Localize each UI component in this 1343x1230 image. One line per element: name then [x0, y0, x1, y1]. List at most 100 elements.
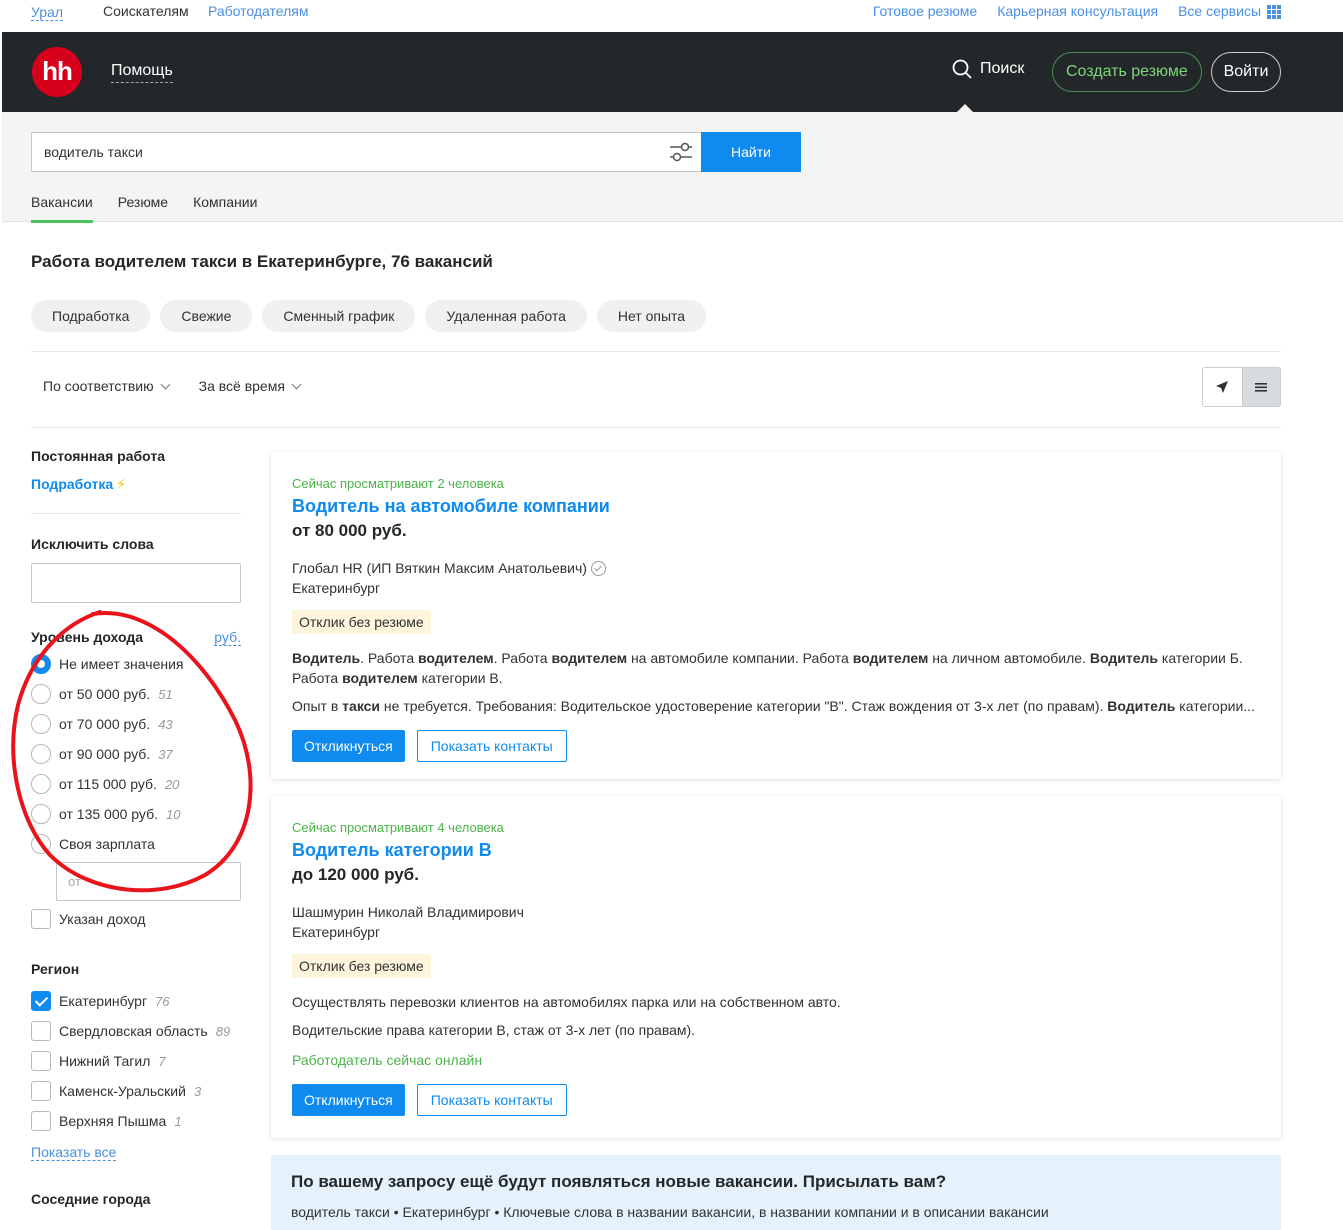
seekers-link[interactable]: Соискателям — [103, 3, 189, 19]
income-option[interactable]: Не имеет значения — [31, 649, 241, 679]
option-count: 51 — [158, 686, 173, 702]
own-salary-input[interactable]: от — [56, 862, 241, 901]
filters-icon[interactable] — [669, 141, 693, 163]
checkbox[interactable] — [31, 991, 51, 1011]
income-option[interactable]: от 50 000 руб. 51 — [31, 679, 241, 709]
checkbox[interactable] — [31, 909, 51, 929]
page-title: Работа водителем такси в Екатеринбурге, … — [31, 252, 493, 271]
subscribe-banner: По вашему запросу ещё будут появляться н… — [271, 1155, 1281, 1230]
login-button[interactable]: Войти — [1211, 52, 1281, 92]
show-all-regions-link[interactable]: Показать все — [31, 1144, 117, 1161]
top-strip: Урал Соискателям Работодателям Готовое р… — [0, 0, 1343, 32]
exclude-words-heading: Исключить слова — [31, 536, 154, 552]
radio-button[interactable] — [31, 804, 51, 824]
tab-vacancies[interactable]: Вакансии — [31, 194, 93, 223]
employers-link[interactable]: Работодателям — [208, 3, 309, 19]
option-count: 20 — [164, 776, 180, 792]
part-time-link[interactable]: Подработка ⚡ — [31, 476, 241, 493]
divider — [31, 427, 1281, 428]
grid-icon[interactable] — [1267, 5, 1281, 19]
checkbox[interactable] — [31, 1081, 51, 1101]
no-resume-badge: Отклик без резюме — [292, 610, 431, 634]
income-option[interactable]: от 115 000 руб. 20 — [31, 769, 241, 799]
map-view-button[interactable] — [1203, 368, 1242, 406]
chip-shift[interactable]: Сменный график — [262, 300, 416, 332]
chip-remote[interactable]: Удаленная работа — [425, 300, 587, 332]
radio-button[interactable] — [31, 834, 51, 854]
company-link[interactable]: Шашмурин Николай Владимирович — [292, 902, 524, 922]
radio-button[interactable] — [31, 684, 51, 704]
tab-resumes[interactable]: Резюме — [118, 194, 168, 223]
show-contacts-button[interactable]: Показать контакты — [416, 1084, 567, 1116]
vacancy-requirements: Опыт в такси не требуется. Требования: В… — [292, 698, 1255, 714]
vacancy-city: Екатеринбург — [292, 924, 381, 940]
ready-resume-link[interactable]: Готовое резюме — [873, 3, 977, 19]
list-view-button[interactable] — [1241, 368, 1280, 406]
radio-button[interactable] — [31, 744, 51, 764]
income-option[interactable]: от 135 000 руб. 10 — [31, 799, 241, 829]
create-resume-button[interactable]: Создать резюме — [1052, 52, 1202, 92]
region-heading: Регион — [31, 961, 80, 977]
help-link[interactable]: Помощь — [111, 62, 173, 83]
exclude-words-input[interactable] — [31, 563, 241, 603]
radio-button[interactable] — [31, 654, 51, 674]
card-actions: Откликнуться Показать контакты — [292, 1084, 1260, 1116]
vacancy-city: Екатеринбург — [292, 580, 381, 596]
region-option[interactable]: Нижний Тагил 7 — [31, 1046, 241, 1076]
respond-button[interactable]: Откликнуться — [292, 730, 405, 762]
option-count: 37 — [158, 746, 173, 762]
region-option[interactable]: Свердловская область 89 — [31, 1016, 241, 1046]
vacancy-responsibility: Водитель. Работа водителем. Работа водит… — [292, 650, 1243, 686]
view-toggle — [1202, 367, 1281, 407]
period-dropdown[interactable]: За всё время — [199, 378, 300, 394]
region-link[interactable]: Урал — [31, 4, 64, 21]
search-nav-label: Поиск — [980, 60, 1025, 77]
income-header: Уровень дохода руб. — [31, 629, 241, 646]
option-label: Свердловская область — [59, 1023, 208, 1039]
search-area: Найти Вакансии Резюме Компании — [2, 112, 1343, 223]
divider — [31, 513, 241, 514]
show-contacts-button[interactable]: Показать контакты — [416, 730, 567, 762]
lightning-icon: ⚡ — [116, 476, 126, 492]
vacancy-salary: до 120 000 руб. — [292, 865, 419, 884]
search-nav[interactable]: Поиск — [952, 59, 1024, 79]
income-option[interactable]: Своя зарплата — [31, 829, 241, 859]
vacancy-title-link[interactable]: Водитель категории B — [292, 840, 1260, 861]
income-option[interactable]: от 90 000 руб. 37 — [31, 739, 241, 769]
option-label: Нижний Тагил — [59, 1053, 151, 1069]
region-option[interactable]: Каменск-Уральский 3 — [31, 1076, 241, 1106]
permanent-job-heading: Постоянная работа — [31, 448, 166, 464]
vacancy-requirements: Водительские права категории B, стаж от … — [292, 1022, 696, 1038]
quick-filters: Подработка Свежие Сменный график Удаленн… — [31, 300, 707, 332]
tab-companies[interactable]: Компании — [193, 194, 257, 223]
search-input[interactable] — [32, 133, 632, 171]
chip-part-time[interactable]: Подработка — [31, 300, 151, 332]
checkbox[interactable] — [31, 1111, 51, 1131]
hh-logo[interactable]: hh — [32, 47, 82, 97]
respond-button[interactable]: Откликнуться — [292, 1084, 405, 1116]
region-option[interactable]: Верхняя Пышма 1 — [31, 1106, 241, 1136]
radio-button[interactable] — [31, 714, 51, 734]
option-label: Своя зарплата — [59, 836, 155, 852]
location-arrow-icon — [1216, 381, 1229, 393]
checkbox[interactable] — [31, 1021, 51, 1041]
radio-button[interactable] — [31, 774, 51, 794]
vacancy-title-link[interactable]: Водитель на автомобиле компании — [292, 496, 1260, 517]
chip-no-experience[interactable]: Нет опыта — [596, 300, 707, 332]
income-option[interactable]: от 70 000 руб. 43 — [31, 709, 241, 739]
vacancy-salary: от 80 000 руб. — [292, 521, 407, 540]
find-button[interactable]: Найти — [701, 132, 801, 172]
option-label: от 90 000 руб. — [59, 746, 151, 762]
chip-fresh[interactable]: Свежие — [160, 300, 253, 332]
career-consult-link[interactable]: Карьерная консультация — [997, 3, 1158, 19]
search-icon — [952, 59, 972, 79]
checkbox[interactable] — [31, 1051, 51, 1071]
option-count: 89 — [215, 1023, 231, 1039]
company-link[interactable]: Глобал HR (ИП Вяткин Максим Анатольевич) — [292, 558, 587, 578]
region-option[interactable]: Екатеринбург 76 — [31, 986, 241, 1016]
option-count: 7 — [158, 1053, 166, 1069]
income-specified-option[interactable]: Указан доход — [31, 904, 241, 934]
currency-selector[interactable]: руб. — [214, 629, 241, 646]
all-services-link[interactable]: Все сервисы — [1178, 3, 1261, 19]
sort-relevance-dropdown[interactable]: По соответствию — [43, 378, 169, 394]
